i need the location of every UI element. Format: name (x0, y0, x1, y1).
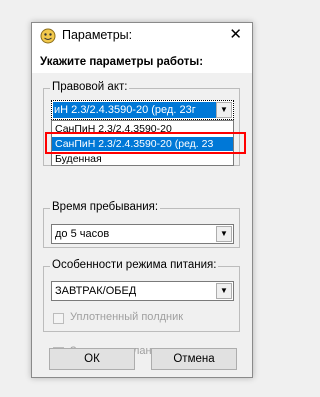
ok-button[interactable]: ОК (49, 348, 135, 370)
dropdown-option[interactable]: Буденная (52, 152, 233, 165)
parameters-dialog: Параметры: ✕ Укажите параметры работы: П… (31, 22, 253, 378)
cancel-button[interactable]: Отмена (151, 348, 237, 370)
window-title: Параметры: (62, 28, 133, 42)
legal-act-combo[interactable]: иН 2.3/2.4.3590-20 (ред. 23г ▼ (51, 100, 234, 120)
app-icon (40, 28, 56, 44)
legal-act-dropdown: СанПиН 2.3/2.4.3590-20 СанПиН 2.3/2.4.35… (51, 120, 234, 166)
meal-mode-selected: ЗАВТРАК/ОБЕД (55, 285, 137, 297)
compact-snack-label: Уплотненный полдник (70, 311, 184, 323)
dropdown-option-highlighted[interactable]: СанПиН 2.3/2.4.3590-20 (ред. 23 (52, 137, 233, 151)
chevron-down-icon[interactable]: ▼ (216, 226, 232, 242)
stay-time-selected: до 5 часов (55, 228, 110, 240)
legal-act-selected: иН 2.3/2.4.3590-20 (ред. 23г (53, 102, 216, 118)
dialog-body: Правовой акт: иН 2.3/2.4.3590-20 (ред. 2… (32, 73, 252, 377)
title-bar: Параметры: ✕ (32, 23, 252, 49)
dropdown-option[interactable]: СанПиН 2.3/2.4.3590-20 (52, 122, 233, 136)
chevron-down-icon[interactable]: ▼ (216, 102, 232, 118)
stay-time-label: Время пребывания: (50, 201, 161, 213)
chevron-down-icon[interactable]: ▼ (216, 283, 232, 299)
dialog-header: Укажите параметры работы: (40, 56, 204, 68)
meal-mode-label: Особенности режима питания: (50, 259, 219, 271)
meal-mode-combo[interactable]: ЗАВТРАК/ОБЕД ▼ (51, 281, 234, 301)
compact-snack-checkbox[interactable] (53, 313, 64, 324)
legal-act-label: Правовой акт: (50, 81, 130, 93)
stay-time-combo[interactable]: до 5 часов ▼ (51, 224, 234, 244)
close-icon[interactable]: ✕ (229, 26, 242, 44)
